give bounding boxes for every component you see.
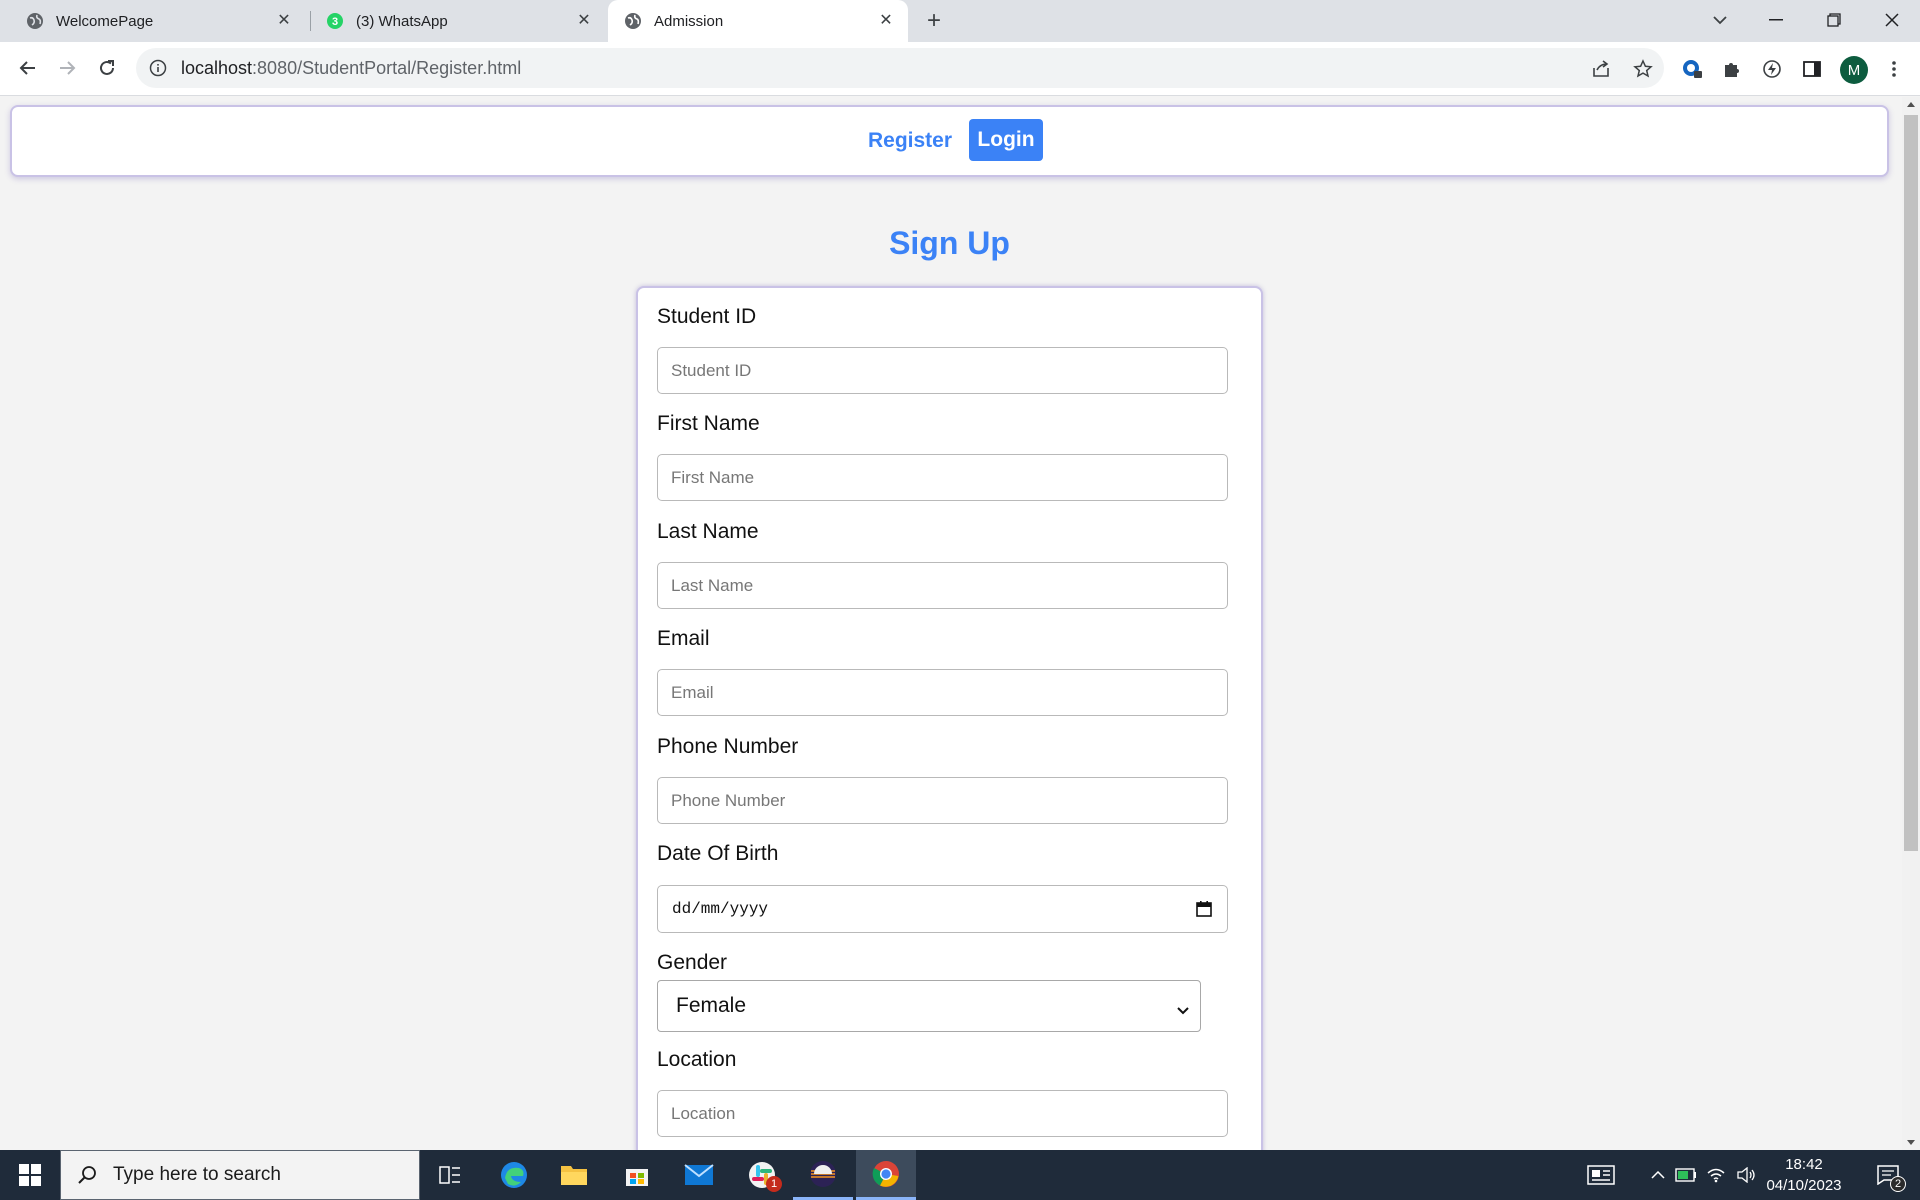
chevron-down-icon bbox=[1176, 998, 1190, 1022]
last-name-label: Last Name bbox=[657, 520, 759, 543]
location-label: Location bbox=[657, 1048, 737, 1071]
notification-count-badge: 2 bbox=[1890, 1176, 1906, 1192]
mail-icon[interactable] bbox=[669, 1150, 729, 1200]
gender-select[interactable]: Female bbox=[657, 980, 1201, 1032]
dob-date-input[interactable]: dd/mm/yyyy bbox=[657, 885, 1228, 933]
tab-welcomepage[interactable]: WelcomePage ✕ bbox=[0, 0, 306, 42]
browser-toolbar: localhost:8080/StudentPortal/Register.ht… bbox=[0, 42, 1920, 96]
battery-icon[interactable] bbox=[1674, 1150, 1698, 1200]
tab-title: WelcomePage bbox=[56, 12, 154, 30]
more-menu-icon[interactable] bbox=[1882, 57, 1906, 81]
password-manager-extension-icon[interactable] bbox=[1680, 57, 1704, 81]
address-bar[interactable]: localhost:8080/StudentPortal/Register.ht… bbox=[136, 48, 1664, 88]
task-view-icon[interactable] bbox=[420, 1150, 480, 1200]
slack-notification-badge: 1 bbox=[766, 1176, 782, 1192]
gender-selected-value: Female bbox=[676, 994, 747, 1017]
tab-admission[interactable]: Admission ✕ bbox=[608, 0, 908, 42]
system-clock[interactable]: 18:42 04/10/2023 bbox=[1756, 1154, 1852, 1196]
microsoft-store-icon[interactable] bbox=[607, 1150, 667, 1200]
profile-avatar[interactable]: M bbox=[1840, 56, 1868, 84]
tab-whatsapp[interactable]: 3 (3) WhatsApp ✕ bbox=[310, 0, 606, 42]
student-id-label: Student ID bbox=[657, 305, 757, 328]
forward-arrow-icon[interactable] bbox=[51, 52, 83, 84]
windows-taskbar: Type here to search 1 18:42 04/10/2023 2 bbox=[0, 1150, 1920, 1200]
performance-bolt-icon[interactable] bbox=[1760, 57, 1784, 81]
student-id-input[interactable] bbox=[657, 347, 1228, 394]
page-viewport: Register Login Sign Up Student ID First … bbox=[0, 97, 1902, 1150]
gender-label: Gender bbox=[657, 951, 728, 974]
calendar-icon[interactable] bbox=[1195, 900, 1213, 918]
puzzle-extensions-icon[interactable] bbox=[1720, 57, 1744, 81]
star-bookmark-icon[interactable] bbox=[1632, 58, 1654, 80]
tab-title: Admission bbox=[654, 12, 724, 30]
search-icon bbox=[77, 1165, 97, 1185]
site-navbar: Register Login bbox=[10, 105, 1889, 177]
scrollbar-thumb[interactable] bbox=[1904, 115, 1918, 851]
tab-title: (3) WhatsApp bbox=[356, 12, 448, 30]
back-arrow-icon[interactable] bbox=[12, 52, 44, 84]
dob-label: Date Of Birth bbox=[657, 842, 779, 865]
chevron-up-icon[interactable] bbox=[1648, 1150, 1668, 1200]
signup-form: Student ID First Name Last Name Email Ph… bbox=[636, 286, 1263, 1150]
whatsapp-icon: 3 bbox=[326, 12, 344, 30]
email-input[interactable] bbox=[657, 669, 1228, 716]
login-button[interactable]: Login bbox=[969, 119, 1043, 161]
edge-browser-icon[interactable] bbox=[484, 1150, 544, 1200]
tab-strip: WelcomePage ✕ 3 (3) WhatsApp ✕ Admission… bbox=[0, 0, 1920, 42]
restore-icon[interactable] bbox=[1806, 0, 1862, 40]
close-tab-icon[interactable]: ✕ bbox=[876, 11, 896, 31]
share-icon[interactable] bbox=[1590, 58, 1612, 80]
page-scrollbar[interactable] bbox=[1902, 97, 1920, 1150]
scroll-down-arrow-icon[interactable] bbox=[1907, 1140, 1915, 1145]
eclipse-ide-icon[interactable] bbox=[793, 1150, 853, 1200]
close-window-icon[interactable] bbox=[1864, 0, 1920, 40]
globe-icon bbox=[624, 12, 642, 30]
close-tab-icon[interactable]: ✕ bbox=[574, 11, 594, 31]
file-explorer-icon[interactable] bbox=[544, 1150, 604, 1200]
wifi-icon[interactable] bbox=[1704, 1150, 1728, 1200]
minimize-icon[interactable] bbox=[1748, 0, 1804, 40]
url-text: localhost:8080/StudentPortal/Register.ht… bbox=[181, 57, 522, 78]
info-icon[interactable] bbox=[149, 59, 167, 77]
chrome-icon[interactable] bbox=[856, 1150, 916, 1200]
search-placeholder: Type here to search bbox=[113, 1164, 281, 1185]
first-name-label: First Name bbox=[657, 412, 760, 435]
svg-text:3: 3 bbox=[332, 16, 338, 28]
clock-time: 18:42 bbox=[1785, 1156, 1823, 1173]
new-tab-button[interactable]: + bbox=[920, 8, 948, 36]
news-widget-icon[interactable] bbox=[1586, 1150, 1616, 1200]
scroll-up-arrow-icon[interactable] bbox=[1907, 102, 1915, 107]
last-name-input[interactable] bbox=[657, 562, 1228, 609]
globe-icon bbox=[26, 12, 44, 30]
side-panel-icon[interactable] bbox=[1800, 57, 1824, 81]
email-label: Email bbox=[657, 627, 710, 650]
clock-date: 04/10/2023 bbox=[1766, 1177, 1842, 1194]
close-tab-icon[interactable]: ✕ bbox=[274, 11, 294, 31]
phone-label: Phone Number bbox=[657, 735, 799, 758]
volume-icon[interactable] bbox=[1734, 1150, 1758, 1200]
page-title: Sign Up bbox=[889, 225, 1010, 261]
windows-start-icon[interactable] bbox=[0, 1150, 60, 1200]
slack-icon[interactable]: 1 bbox=[732, 1150, 792, 1200]
register-link[interactable]: Register bbox=[858, 121, 962, 161]
tab-search-chevron-icon[interactable] bbox=[1692, 0, 1748, 40]
first-name-input[interactable] bbox=[657, 454, 1228, 501]
notification-center-icon[interactable]: 2 bbox=[1868, 1150, 1908, 1200]
dob-value: dd/mm/yyyy bbox=[672, 900, 769, 918]
reload-icon[interactable] bbox=[91, 52, 123, 84]
phone-input[interactable] bbox=[657, 777, 1228, 824]
location-input[interactable] bbox=[657, 1090, 1228, 1137]
taskbar-search-box[interactable]: Type here to search bbox=[60, 1150, 420, 1200]
